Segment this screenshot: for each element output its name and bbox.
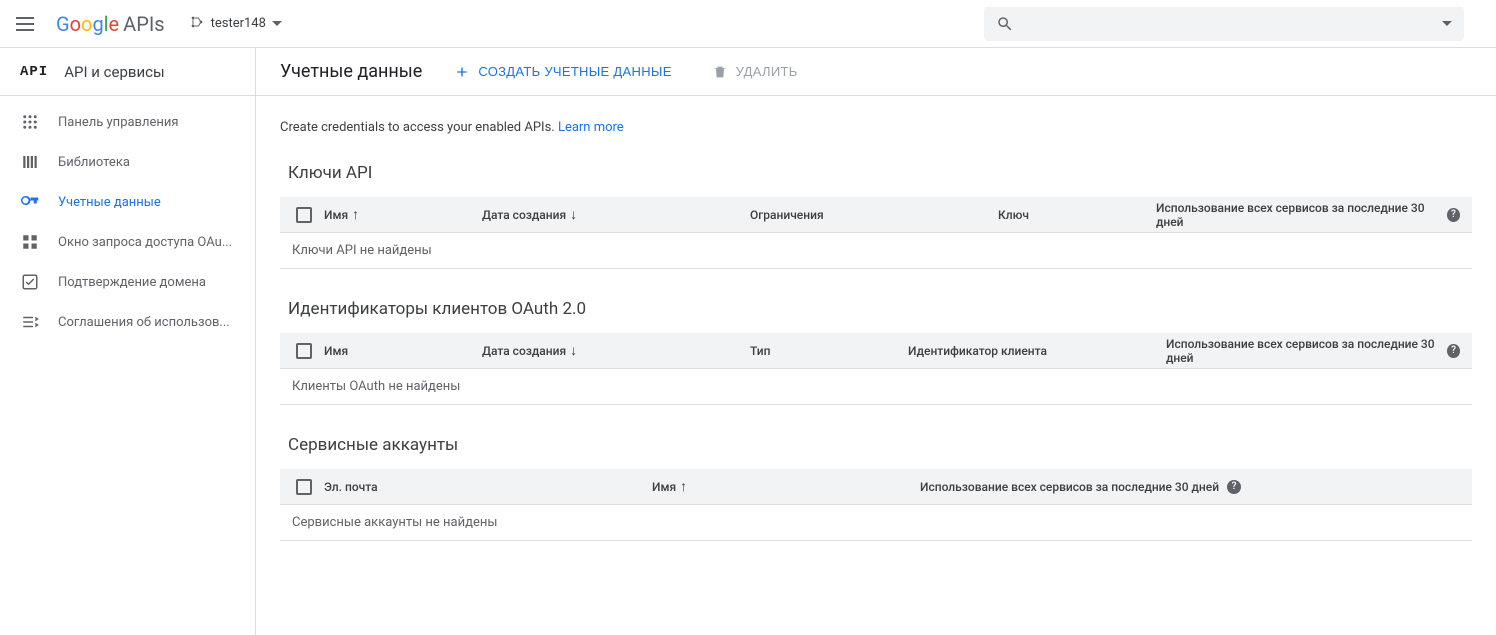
col-email[interactable]: Эл. почта bbox=[324, 480, 644, 494]
col-created[interactable]: Дата создания↓ bbox=[482, 342, 742, 359]
col-limits[interactable]: Ограничения bbox=[750, 208, 990, 222]
project-picker[interactable]: tester148 bbox=[181, 10, 290, 38]
oauth-empty: Клиенты OAuth не найдены bbox=[280, 369, 1472, 405]
sidebar-item-domain-verification[interactable]: Подтверждение домена bbox=[0, 262, 255, 302]
trash-icon bbox=[712, 64, 728, 80]
sidebar-header: API API и сервисы bbox=[0, 48, 255, 96]
learn-more-link[interactable]: Learn more bbox=[558, 120, 624, 135]
arrow-up-icon: ↑ bbox=[352, 206, 359, 223]
page-title: Учетные данные bbox=[280, 61, 422, 82]
search-bar[interactable] bbox=[984, 7, 1464, 41]
delete-button: Удалить bbox=[704, 58, 806, 86]
checkbox-all[interactable] bbox=[292, 207, 316, 223]
logo[interactable]: Google APIs bbox=[56, 12, 165, 36]
sidebar-item-oauth-consent[interactable]: Окно запроса доступа OAu... bbox=[0, 222, 255, 262]
logo-apis-text: APIs bbox=[123, 12, 164, 36]
col-name[interactable]: Имя↑ bbox=[324, 206, 474, 223]
oauth-section: Идентификаторы клиентов OAuth 2.0 Имя Да… bbox=[280, 299, 1472, 405]
checkbox-all[interactable] bbox=[292, 343, 316, 359]
service-header-row: Эл. почта Имя↑ Использование всех сервис… bbox=[280, 469, 1472, 505]
col-usage[interactable]: Использование всех сервисов за последние… bbox=[1166, 337, 1460, 365]
search-input[interactable] bbox=[1024, 16, 1432, 32]
menu-icon[interactable] bbox=[16, 12, 40, 36]
create-credentials-label: Создать учетные данные bbox=[478, 64, 671, 79]
service-accounts-section: Сервисные аккаунты Эл. почта Имя↑ Исполь… bbox=[280, 435, 1472, 541]
delete-label: Удалить bbox=[736, 64, 798, 79]
main-content: Учетные данные Создать учетные данные Уд… bbox=[256, 48, 1496, 635]
col-name[interactable]: Имя↑ bbox=[652, 478, 912, 495]
top-bar: Google APIs tester148 bbox=[0, 0, 1496, 48]
sidebar-item-agreements[interactable]: Соглашения об использов... bbox=[0, 302, 255, 342]
arrow-down-icon: ↓ bbox=[570, 206, 577, 223]
nav-list: Панель управления Библиотека Учетные дан… bbox=[0, 96, 255, 342]
key-icon bbox=[20, 193, 40, 211]
sidebar-item-label: Подтверждение домена bbox=[58, 275, 206, 290]
project-icon bbox=[189, 14, 205, 34]
sidebar-item-label: Окно запроса доступа OAu... bbox=[58, 235, 232, 250]
oauth-title: Идентификаторы клиентов OAuth 2.0 bbox=[288, 299, 1472, 319]
plus-icon bbox=[454, 64, 470, 80]
service-empty: Сервисные аккаунты не найдены bbox=[280, 505, 1472, 541]
chevron-down-icon[interactable] bbox=[1442, 21, 1452, 26]
service-accounts-title: Сервисные аккаунты bbox=[288, 435, 1472, 455]
help-icon[interactable]: ? bbox=[1447, 344, 1460, 358]
help-icon[interactable]: ? bbox=[1447, 208, 1460, 222]
consent-icon bbox=[20, 233, 40, 251]
col-clientid[interactable]: Идентификатор клиента bbox=[908, 344, 1158, 358]
create-credentials-button[interactable]: Создать учетные данные bbox=[446, 58, 679, 86]
api-keys-section: Ключи API Имя↑ Дата создания↓ Ограничени… bbox=[280, 163, 1472, 269]
arrow-up-icon: ↑ bbox=[680, 478, 687, 495]
sidebar-title: API и сервисы bbox=[64, 63, 164, 81]
sidebar-item-label: Библиотека bbox=[58, 155, 130, 170]
col-usage[interactable]: Использование всех сервисов за последние… bbox=[920, 480, 1460, 494]
col-created[interactable]: Дата создания↓ bbox=[482, 206, 742, 223]
settings-icon bbox=[20, 313, 40, 331]
intro-text: Create credentials to access your enable… bbox=[280, 120, 1472, 135]
sidebar-item-label: Учетные данные bbox=[58, 195, 161, 210]
sidebar-item-label: Панель управления bbox=[58, 115, 179, 130]
search-icon bbox=[996, 15, 1014, 33]
api-keys-empty: Ключи API не найдены bbox=[280, 233, 1472, 269]
check-icon bbox=[20, 273, 40, 291]
col-type[interactable]: Тип bbox=[750, 344, 900, 358]
chevron-down-icon bbox=[272, 21, 282, 26]
sidebar: API API и сервисы Панель управления Библ… bbox=[0, 48, 256, 635]
api-mark: API bbox=[20, 64, 48, 80]
arrow-down-icon: ↓ bbox=[570, 342, 577, 359]
col-key[interactable]: Ключ bbox=[998, 208, 1148, 222]
api-keys-title: Ключи API bbox=[288, 163, 1472, 183]
sidebar-item-library[interactable]: Библиотека bbox=[0, 142, 255, 182]
page-header: Учетные данные Создать учетные данные Уд… bbox=[256, 48, 1496, 96]
sidebar-item-credentials[interactable]: Учетные данные bbox=[0, 182, 255, 222]
api-keys-header-row: Имя↑ Дата создания↓ Ограничения Ключ Исп… bbox=[280, 197, 1472, 233]
sidebar-item-label: Соглашения об использов... bbox=[58, 315, 230, 330]
project-name: tester148 bbox=[211, 16, 266, 31]
checkbox-all[interactable] bbox=[292, 479, 316, 495]
dashboard-icon bbox=[20, 113, 40, 131]
col-usage[interactable]: Использование всех сервисов за последние… bbox=[1156, 201, 1460, 229]
col-name[interactable]: Имя bbox=[324, 344, 474, 358]
sidebar-item-dashboard[interactable]: Панель управления bbox=[0, 102, 255, 142]
help-icon[interactable]: ? bbox=[1227, 480, 1241, 494]
oauth-header-row: Имя Дата создания↓ Тип Идентификатор кли… bbox=[280, 333, 1472, 369]
library-icon bbox=[20, 153, 40, 171]
